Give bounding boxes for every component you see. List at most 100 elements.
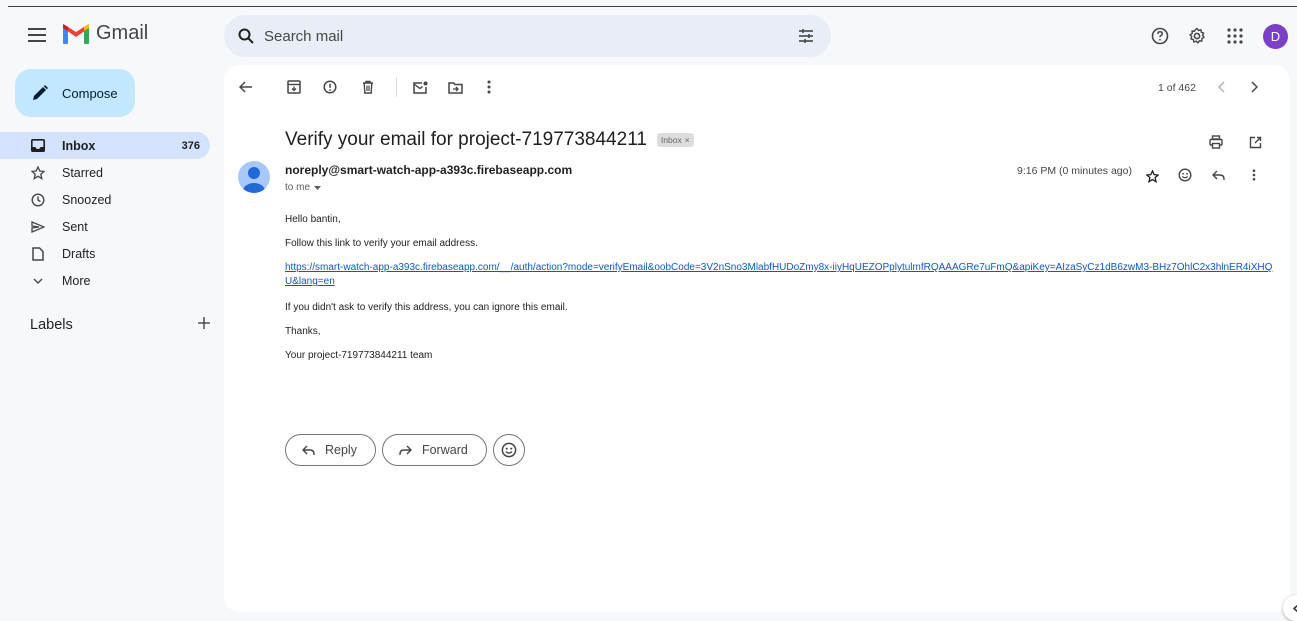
emoji-reaction-button[interactable]	[492, 434, 525, 466]
older-button[interactable]	[1244, 77, 1264, 97]
compose-button[interactable]: Compose	[15, 69, 135, 117]
plus-icon	[198, 317, 210, 329]
clock-icon	[30, 192, 46, 208]
chevron-left-icon	[1218, 81, 1225, 93]
main-menu-button[interactable]	[25, 23, 49, 47]
mark-unread-icon	[412, 81, 427, 94]
mark-unread-button[interactable]	[410, 77, 430, 97]
more-vert-icon	[1252, 169, 1256, 181]
gmail-m-icon	[63, 23, 89, 44]
side-panel-toggle[interactable]	[1283, 595, 1297, 621]
emoji-icon	[501, 442, 517, 458]
forward-label: Forward	[421, 443, 468, 457]
person-icon	[243, 167, 265, 193]
account-avatar[interactable]: D	[1263, 24, 1288, 49]
reply-button[interactable]: Reply	[285, 434, 376, 466]
reply-icon	[1211, 170, 1225, 180]
add-reaction-button[interactable]	[1175, 165, 1195, 185]
draft-icon	[30, 246, 46, 262]
remove-label-button[interactable]: ×	[685, 135, 690, 145]
more-options-button[interactable]	[479, 77, 499, 97]
sidebar-item-snoozed[interactable]: Snoozed	[0, 186, 210, 213]
sidebar-item-label: Inbox	[62, 138, 96, 153]
chevron-left-icon	[1293, 604, 1297, 612]
print-button[interactable]	[1206, 132, 1226, 152]
label-chip-text: Inbox	[660, 135, 682, 145]
hamburger-icon	[28, 28, 46, 42]
delete-button[interactable]	[358, 77, 378, 97]
report-spam-button[interactable]	[320, 77, 340, 97]
chevron-down-icon	[30, 273, 46, 289]
search-options-button[interactable]	[781, 28, 831, 44]
open-new-window-button[interactable]	[1245, 132, 1265, 152]
labels-heading: Labels	[30, 317, 73, 333]
settings-button[interactable]	[1185, 24, 1209, 48]
email-body: Hello bantin, Follow this link to verify…	[285, 213, 1275, 373]
sidebar-item-label: Starred	[62, 165, 103, 180]
email-subject-row: Verify your email for project-7197738442…	[285, 129, 694, 151]
app-name: Gmail	[96, 22, 149, 44]
archive-icon	[287, 80, 301, 94]
gear-icon	[1189, 27, 1206, 44]
reply-button-header[interactable]	[1208, 165, 1228, 185]
tune-icon	[799, 29, 813, 43]
forward-button[interactable]: Forward	[381, 434, 487, 466]
open-in-new-icon	[1249, 136, 1261, 148]
more-vert-icon	[487, 80, 491, 94]
sidebar-item-starred[interactable]: Starred	[0, 159, 210, 186]
sidebar-item-sent[interactable]: Sent	[0, 213, 210, 240]
back-button[interactable]	[236, 77, 256, 97]
arrow-back-icon	[239, 81, 252, 93]
sidebar-item-label: Sent	[62, 219, 88, 234]
create-label-button[interactable]	[198, 316, 210, 334]
print-icon	[1209, 135, 1223, 149]
body-line: If you didn't ask to verify this address…	[285, 302, 568, 313]
trash-icon	[363, 80, 373, 94]
support-button[interactable]	[1148, 24, 1172, 48]
move-to-button[interactable]	[445, 77, 465, 97]
email-subject: Verify your email for project-7197738442…	[285, 129, 647, 150]
recipients-text: to me	[285, 182, 311, 193]
email-timestamp: 9:16 PM (0 minutes ago)	[1017, 165, 1132, 177]
archive-button[interactable]	[284, 77, 304, 97]
send-icon	[30, 219, 46, 235]
search-icon	[238, 28, 254, 44]
reply-actions: Reply Forward	[285, 434, 525, 466]
recipients-toggle[interactable]: to me	[285, 182, 322, 193]
verify-link[interactable]: https://smart-watch-app-a393c.firebaseap…	[285, 261, 1275, 289]
labels-section: Labels	[30, 316, 210, 334]
star-button[interactable]	[1142, 166, 1162, 186]
body-line: Follow this link to verify your email ad…	[285, 238, 478, 249]
search-input[interactable]	[264, 27, 781, 45]
header: Gmail D	[0, 7, 1297, 65]
help-icon	[1151, 27, 1169, 45]
star-icon	[1145, 169, 1159, 183]
sidebar-item-more[interactable]: More	[0, 267, 210, 294]
sidebar-item-inbox[interactable]: Inbox 376	[0, 132, 210, 159]
apps-grid-icon	[1227, 28, 1243, 44]
apps-button[interactable]	[1223, 24, 1247, 48]
search-button[interactable]	[224, 28, 264, 44]
body-thanks: Thanks,	[285, 326, 321, 337]
sidebar-item-label: More	[62, 273, 91, 288]
newer-button[interactable]	[1212, 77, 1232, 97]
message-more-button[interactable]	[1244, 165, 1264, 185]
star-icon	[30, 165, 46, 181]
inbox-unread-count: 376	[181, 139, 200, 152]
sidebar-item-label: Drafts	[62, 246, 96, 261]
reply-icon	[302, 445, 315, 455]
sidebar-item-drafts[interactable]: Drafts	[0, 240, 210, 267]
search-bar	[224, 15, 831, 57]
emoji-icon	[1178, 168, 1192, 182]
folder-move-icon	[447, 81, 463, 94]
inbox-icon	[30, 138, 46, 154]
sender-avatar[interactable]	[238, 161, 270, 193]
sidebar-item-label: Snoozed	[62, 192, 112, 207]
sender-email[interactable]: noreply@smart-watch-app-a393c.firebaseap…	[285, 163, 572, 177]
gmail-logo[interactable]: Gmail	[62, 22, 148, 45]
body-signature: Your project-719773844211 team	[285, 350, 433, 361]
body-greeting: Hello bantin,	[285, 214, 341, 225]
toolbar-divider	[396, 77, 397, 97]
pencil-icon	[31, 84, 51, 102]
pager-text: 1 of 462	[1158, 82, 1196, 94]
